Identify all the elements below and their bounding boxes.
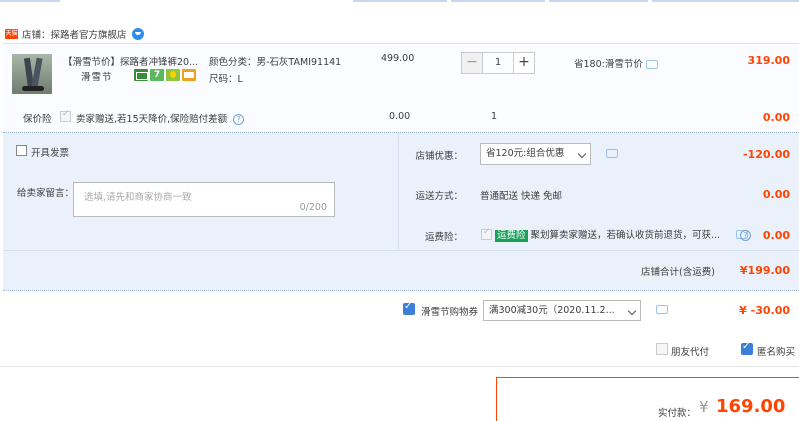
chevron-down-icon (577, 149, 587, 159)
comment-icon[interactable] (656, 305, 668, 314)
spec-size: 尺码：L (209, 74, 243, 85)
shop-discount-select[interactable]: 省120元:组合优惠 (480, 143, 591, 165)
insurance-total: 0.00 (762, 111, 790, 124)
comment-icon[interactable] (606, 149, 618, 158)
spec-color: 颜色分类：男-石灰TAMI91141 (209, 57, 342, 68)
comment-icon[interactable] (645, 60, 658, 69)
insurance-description: 卖家赠送,若15天降价,保险赔付差额? (76, 111, 245, 125)
shop-name-link[interactable]: 店铺：探路者官方旗舰店 (22, 27, 127, 41)
shipping-insurance-tag: 运费险 (495, 230, 528, 242)
message-char-count: 0/200 (299, 202, 327, 213)
divider (0, 366, 799, 367)
message-label: 给卖家留言： (17, 188, 75, 199)
payment-label: 实付款： (658, 408, 697, 419)
tmall-badge: 天猫 (5, 29, 18, 39)
seller-message-input[interactable]: 选填,请先和商家协商一致 0/200 (73, 182, 335, 217)
voucher-select[interactable]: 满300减30元（2020.11.2... (483, 300, 641, 321)
anonymous-checkbox[interactable] (741, 341, 753, 355)
shop-total-label: 店铺合计(含运费) (641, 267, 715, 278)
quantity-stepper: − 1 + (461, 52, 535, 74)
product-title-link[interactable]: 【滑雪节价】探路者冲锋裤20... (63, 54, 203, 68)
insurance-label: 保价险 (23, 114, 52, 125)
anonymous-label: 匿名购买 (757, 347, 796, 358)
shipping-insurance-label: 运费险： (424, 232, 463, 243)
quantity-input[interactable]: 1 (483, 52, 513, 74)
shipping-amount: 0.00 (762, 188, 790, 201)
friend-pay-label: 朋友代付 (671, 347, 710, 358)
shipping-method: 普通配送 快递 免邮 (480, 191, 563, 202)
quantity-plus-button[interactable]: + (513, 52, 535, 74)
top-divider (0, 0, 799, 3)
voucher-value: 满300减30元（2020.11.2... (489, 305, 615, 316)
shipping-label: 运送方式： (415, 191, 463, 202)
discount-note: 省180:滑雪节价 (574, 56, 658, 70)
seven-day-return-icon[interactable]: 7 (150, 69, 164, 81)
card-icon[interactable] (134, 69, 148, 81)
shop-discount-amount: -120.00 (742, 148, 790, 161)
invoice-checkbox[interactable] (16, 145, 27, 156)
product-thumbnail[interactable] (12, 54, 52, 94)
wangwang-chat-icon[interactable] (131, 28, 144, 40)
insurance-text: 卖家赠送,若15天降价,保险赔付差额 (76, 114, 228, 125)
chevron-down-icon (627, 306, 637, 316)
promo-label: 滑雪节 (81, 72, 113, 83)
shipping-insurance-checkbox (481, 227, 492, 240)
shipping-insurance-amount: 0.00 (762, 229, 790, 242)
wallet-icon[interactable] (182, 69, 196, 81)
insurance-price: 0.00 (389, 111, 411, 122)
shop-header: 天猫 店铺：探路者官方旗舰店 (0, 24, 144, 44)
shipping-insurance-description: 运费险 聚划算卖家赠送，若确认收货前退货，可获... (495, 227, 723, 242)
shop-discount-label: 店铺优惠： (415, 151, 463, 162)
voucher-label: 滑雪节购物券 (421, 307, 479, 318)
question-icon[interactable]: ? (740, 230, 751, 241)
insurance-checkbox (60, 109, 71, 122)
invoice-label: 开具发票 (31, 148, 70, 159)
payment-amount: 169.00 (716, 396, 786, 417)
shop-discount-value: 省120元:组合优惠 (486, 148, 565, 159)
shipping-insurance-text: 聚划算卖家赠送，若确认收货前退货，可获... (530, 230, 721, 241)
question-icon[interactable]: ? (233, 114, 245, 125)
shop-total-amount: ¥199.00 (739, 264, 790, 277)
message-placeholder: 选填,请先和商家协商一致 (84, 192, 192, 203)
friend-pay-checkbox[interactable] (656, 343, 668, 355)
discount-note-text: 省180:滑雪节价 (574, 59, 643, 70)
voucher-checkbox[interactable] (403, 301, 415, 315)
gold-badge-icon[interactable] (166, 69, 180, 81)
item-subtotal: 319.00 (747, 54, 790, 67)
quantity-minus-button[interactable]: − (461, 52, 483, 74)
payment-currency: ¥ (699, 398, 709, 416)
insurance-qty: 1 (491, 111, 498, 122)
voucher-amount: ¥ -30.00 (739, 304, 790, 317)
unit-price: 499.00 (381, 53, 415, 64)
service-icons: 7 (134, 69, 196, 81)
